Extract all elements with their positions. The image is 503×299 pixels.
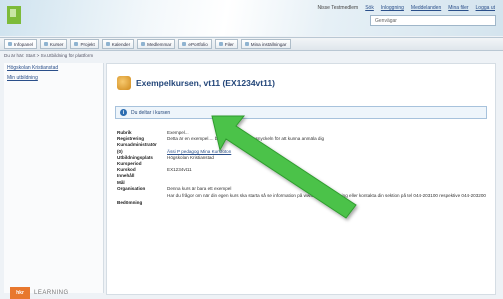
- link-logout[interactable]: Logga ut: [476, 5, 495, 11]
- home-icon: [8, 42, 12, 46]
- top-links: Nisse Testmedlem Sök Inloggning Meddelan…: [317, 5, 495, 11]
- course-icon: [43, 42, 48, 46]
- main-panel: Exempelkursen, vt11 (EX1234vt11) i Du de…: [106, 63, 496, 295]
- breadcrumb: Du är här: Start > Sv.Utbildning för pla…: [4, 53, 94, 58]
- calendar-icon: [105, 42, 110, 46]
- course-details: Rubrik Exempel... Registrering Detta är en…: [117, 130, 487, 206]
- header: Nisse Testmedlem Sök Inloggning Meddelan…: [0, 0, 503, 36]
- page-title: Exempelkursen, vt11 (EX1234vt11): [136, 78, 275, 88]
- settings-icon: [244, 42, 249, 46]
- teacher-link[interactable]: Ässi P pedagog Mina Kursfoton: [167, 149, 231, 154]
- detail-row: Har du frågor om när din egen kurs ska s…: [167, 193, 486, 199]
- tab-filer[interactable]: Filer: [214, 39, 238, 49]
- link-login[interactable]: Inloggning: [381, 5, 404, 11]
- sidebar-link-hkr[interactable]: Högskolan Kristianstad: [4, 63, 103, 73]
- members-icon: [141, 42, 146, 46]
- info-icon: i: [120, 109, 127, 116]
- files-icon: [218, 42, 223, 46]
- link-messages[interactable]: Meddelanden: [411, 5, 441, 11]
- project-icon: [74, 42, 79, 46]
- tab-medlemmar[interactable]: Medlemmar: [137, 39, 176, 49]
- portfolio-icon: [182, 42, 187, 46]
- sidebar: Högskolan Kristianstad Min utbildning: [4, 63, 104, 293]
- site-logo[interactable]: [7, 6, 21, 24]
- app-window: Nisse Testmedlem Sök Inloggning Meddelan…: [0, 0, 503, 299]
- tab-installningar[interactable]: Mina inställningar: [240, 39, 291, 49]
- course-icon: [117, 76, 131, 90]
- detail-row: Organisation Denna kurs är bara ett exemp…: [117, 185, 232, 191]
- brand-logo: hkr LEARNING: [10, 287, 69, 299]
- tab-infopanel[interactable]: Infopanel: [4, 39, 37, 49]
- sidebar-link-min-utbildning[interactable]: Min utbildning: [4, 73, 103, 83]
- shortcut-select[interactable]: Genvägar: [370, 15, 496, 26]
- link-search[interactable]: Sök: [365, 5, 374, 11]
- link-my-files[interactable]: Mina filer: [448, 5, 468, 11]
- detail-row: Bedömning: [117, 200, 143, 206]
- tab-kalender[interactable]: Kalender: [101, 39, 135, 49]
- tab-kurser[interactable]: Kurser: [39, 39, 68, 49]
- tab-eportfolio[interactable]: ePortfolio: [178, 39, 212, 49]
- brand-text: LEARNING: [34, 290, 69, 296]
- enrollment-status-text: Du deltar i kursen: [131, 109, 171, 116]
- hkr-logo: hkr: [10, 287, 30, 299]
- course-header: Exempelkursen, vt11 (EX1234vt11): [117, 76, 275, 90]
- user-name: Nisse Testmedlem: [317, 5, 359, 11]
- enrollment-status-bar: i Du deltar i kursen: [115, 106, 487, 119]
- tab-projekt[interactable]: Projekt: [70, 39, 99, 49]
- main-nav: Infopanel Kurser Projekt Kalender Medlem…: [0, 37, 503, 51]
